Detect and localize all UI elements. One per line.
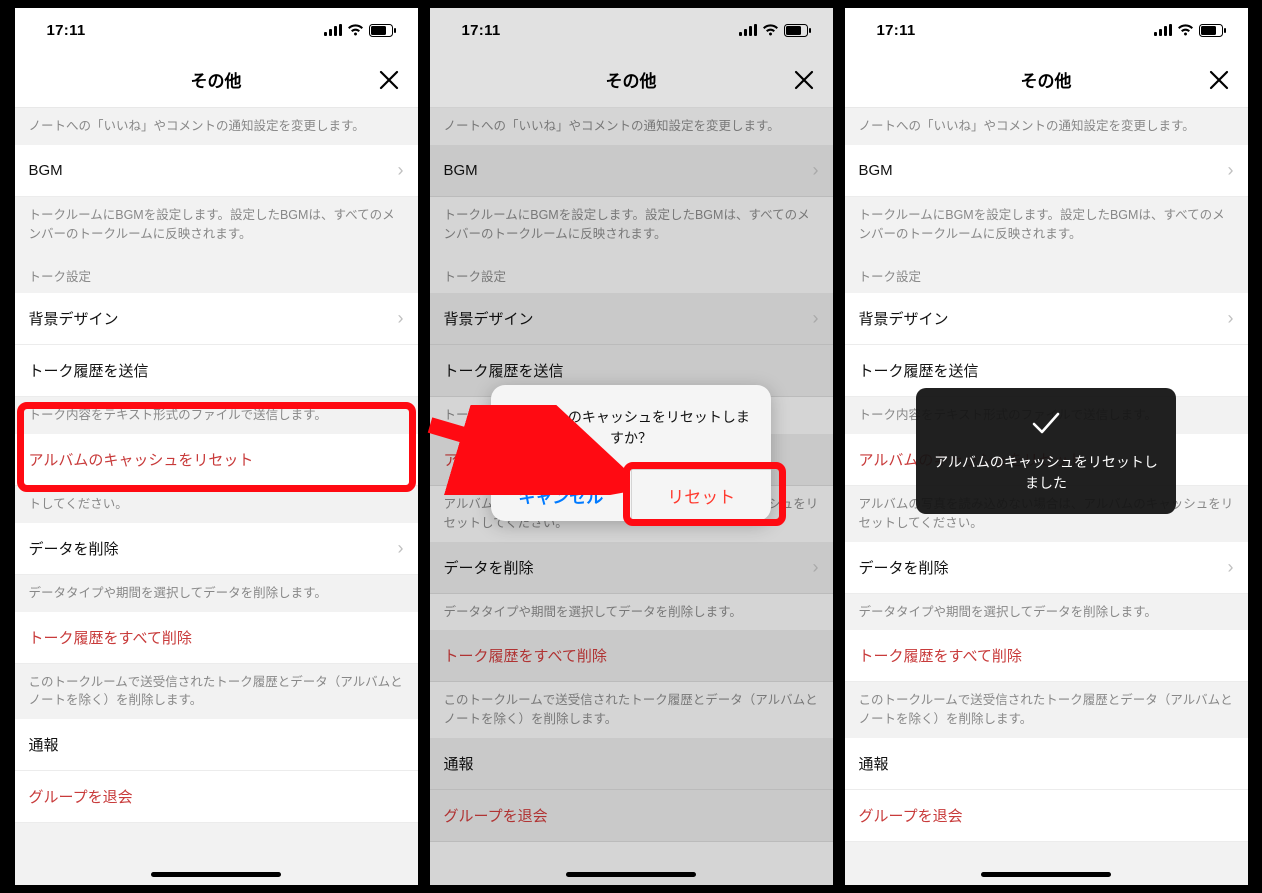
home-indicator[interactable] — [151, 872, 281, 877]
row-delete-all-history[interactable]: トーク履歴をすべて削除 — [15, 612, 418, 664]
close-icon[interactable] — [1204, 65, 1234, 95]
chevron-right-icon: › — [1228, 160, 1234, 181]
dialog-confirm-button[interactable]: リセット — [632, 470, 772, 521]
row-delete-data[interactable]: データを削除› — [845, 542, 1248, 594]
nav-bar: その他 — [845, 52, 1248, 108]
home-indicator[interactable] — [981, 872, 1111, 877]
delete-all-description: このトークルームで送受信されたトーク履歴とデータ（アルバムとノートを除く）を削除… — [15, 664, 418, 720]
phone-step-1: 17:11 その他 ノートへの「いいね」やコメントの通知設定を変更します。 BG… — [15, 8, 418, 885]
bgm-description: トークルームにBGMを設定します。設定したBGMは、すべてのメンバーのトークルー… — [15, 197, 418, 253]
row-delete-data[interactable]: データを削除› — [15, 523, 418, 575]
battery-icon — [369, 24, 396, 37]
delete-description: データタイプや期間を選択してデータを削除します。 — [845, 594, 1248, 631]
status-bar: 17:11 — [15, 8, 418, 52]
status-time: 17:11 — [877, 22, 916, 39]
bgm-description: トークルームにBGMを設定します。設定したBGMは、すべてのメンバーのトークルー… — [845, 197, 1248, 253]
wifi-icon — [347, 24, 364, 36]
note-description: ノートへの「いいね」やコメントの通知設定を変更します。 — [845, 108, 1248, 145]
row-send-history[interactable]: トーク履歴を送信 — [15, 345, 418, 397]
cellular-icon — [324, 24, 342, 36]
delete-description: データタイプや期間を選択してデータを削除します。 — [15, 575, 418, 612]
note-description: ノートへの「いいね」やコメントの通知設定を変更します。 — [15, 108, 418, 145]
settings-list: ノートへの「いいね」やコメントの通知設定を変更します。 BGM› トークルームに… — [15, 108, 418, 885]
dialog-cancel-button[interactable]: キャンセル — [491, 470, 632, 521]
row-background-design[interactable]: 背景デザイン› — [845, 293, 1248, 345]
close-icon[interactable] — [374, 65, 404, 95]
cellular-icon — [1154, 24, 1172, 36]
row-delete-all-history[interactable]: トーク履歴をすべて削除 — [845, 630, 1248, 682]
battery-icon — [1199, 24, 1226, 37]
confirm-dialog: アルバムのキャッシュをリセットしますか？ キャンセル リセット — [491, 385, 771, 521]
status-time: 17:11 — [47, 22, 86, 39]
phone-step-3: 17:11 その他 ノートへの「いいね」やコメントの通知設定を変更します。 BG… — [845, 8, 1248, 885]
confirm-dialog-backdrop: アルバムのキャッシュをリセットしますか？ キャンセル リセット — [430, 8, 833, 885]
wifi-icon — [1177, 24, 1194, 36]
row-background-design[interactable]: 背景デザイン› — [15, 293, 418, 345]
chevron-right-icon: › — [1228, 557, 1234, 578]
section-label-talk: トーク設定 — [15, 252, 418, 293]
row-bgm[interactable]: BGM› — [845, 145, 1248, 197]
row-leave-group[interactable]: グループを退会 — [15, 771, 418, 823]
chevron-right-icon: › — [1228, 308, 1234, 329]
status-icons — [324, 24, 396, 37]
nav-title: その他 — [1021, 67, 1072, 92]
chevron-right-icon: › — [398, 538, 404, 559]
nav-title: その他 — [191, 67, 242, 92]
delete-all-description: このトークルームで送受信されたトーク履歴とデータ（アルバムとノートを除く）を削除… — [845, 682, 1248, 738]
section-label-talk: トーク設定 — [845, 252, 1248, 293]
row-report[interactable]: 通報 — [15, 719, 418, 771]
row-leave-group[interactable]: グループを退会 — [845, 790, 1248, 842]
status-bar: 17:11 — [845, 8, 1248, 52]
status-icons — [1154, 24, 1226, 37]
row-bgm[interactable]: BGM› — [15, 145, 418, 197]
nav-bar: その他 — [15, 52, 418, 108]
phone-step-2: 17:11 その他 ノートへの「いいね」やコメントの通知設定を変更します。 BG… — [430, 8, 833, 885]
toast-success: アルバムのキャッシュをリセットしました — [916, 388, 1176, 514]
chevron-right-icon: › — [398, 160, 404, 181]
row-report[interactable]: 通報 — [845, 738, 1248, 790]
reset-description: トしてください。 — [15, 486, 418, 523]
row-reset-album-cache[interactable]: アルバムのキャッシュをリセット — [15, 434, 418, 486]
checkmark-icon — [1029, 406, 1063, 440]
dialog-message: アルバムのキャッシュをリセットしますか？ — [491, 385, 771, 469]
toast-text: アルバムのキャッシュをリセットしました — [932, 452, 1160, 494]
chevron-right-icon: › — [398, 308, 404, 329]
send-description: トーク内容をテキスト形式のファイルで送信します。 — [15, 397, 418, 434]
